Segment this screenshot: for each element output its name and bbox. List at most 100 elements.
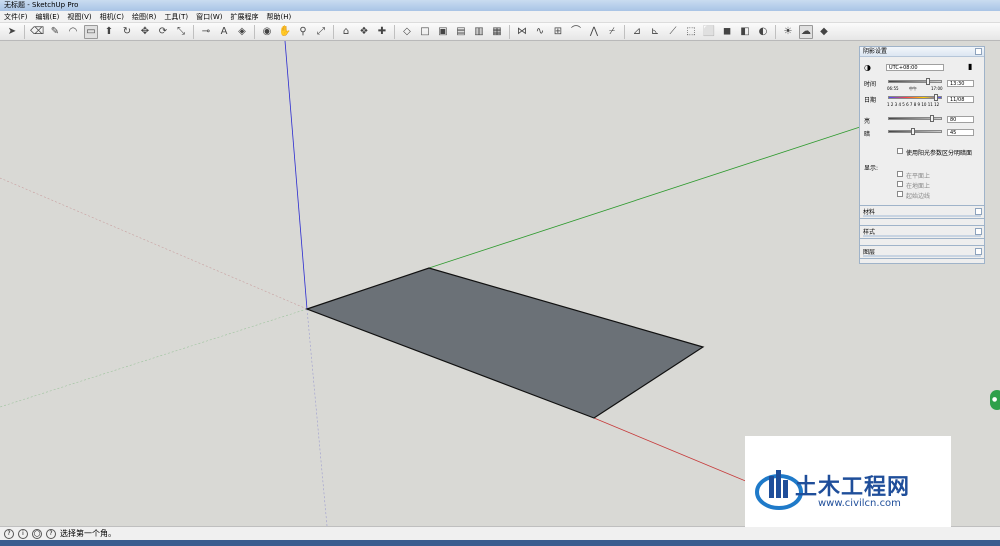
date-slider-thumb[interactable] (934, 94, 938, 101)
toolbar-separator (775, 24, 776, 39)
on-ground-label: 在地面上 (906, 183, 931, 190)
layers-panel-collapsed[interactable]: 图层 (859, 245, 985, 259)
light-slider-thumb[interactable] (930, 115, 934, 122)
tape-measure-tool-icon[interactable]: ⊸ (199, 25, 213, 39)
light-label: 亮 (864, 118, 871, 125)
wireframe-icon[interactable]: ⬚ (684, 25, 698, 39)
menu-file[interactable]: 文件(F) (4, 12, 28, 22)
drape-icon[interactable]: ⌒ (569, 25, 583, 39)
left-view-icon[interactable]: ▦ (490, 25, 504, 39)
menu-help[interactable]: 帮助(H) (266, 12, 291, 22)
section-plane-icon[interactable]: ⊿ (630, 25, 644, 39)
layers-expand-icon[interactable] (975, 248, 982, 255)
dark-slider[interactable] (888, 130, 942, 133)
add-detail-icon[interactable]: ⋀ (587, 25, 601, 39)
back-view-icon[interactable]: ▥ (472, 25, 486, 39)
warehouse-icon[interactable]: ⌂ (339, 25, 353, 39)
main-toolbar: ➤ ⌫ ✎ ◠ ▭ ⬆ ↻ ✥ ⟳ ⤡ ⊸ A ◈ ◉ ✋ ⚲ ⤢ ⌂ ❖ ✚ … (0, 23, 1000, 41)
xray-icon[interactable]: ◐ (756, 25, 770, 39)
follow-me-tool-icon[interactable]: ↻ (120, 25, 134, 39)
side-badge-icon[interactable]: ● (990, 390, 1000, 410)
section-cut-icon[interactable]: ⟋ (666, 25, 680, 39)
front-view-icon[interactable]: ▣ (436, 25, 450, 39)
credits-icon[interactable]: i (18, 528, 28, 539)
from-edges-label: 起始边线 (906, 193, 931, 200)
from-edges-checkbox[interactable] (897, 191, 903, 197)
arc-tool-icon[interactable]: ◠ (66, 25, 80, 39)
window-title: 无标题 - SketchUp Pro (4, 1, 79, 9)
right-view-icon[interactable]: ▤ (454, 25, 468, 39)
date-input[interactable]: 11/08 (947, 96, 974, 103)
axis-red-negative (0, 177, 308, 310)
toolbar-separator (394, 24, 395, 39)
geolocation-icon[interactable]: ? (4, 528, 14, 539)
materials-panel-collapsed[interactable]: 材料 (859, 205, 985, 219)
sun-shading-checkbox[interactable] (897, 148, 903, 154)
flip-edge-icon[interactable]: ⌿ (605, 25, 619, 39)
rotate-tool-icon[interactable]: ⟳ (156, 25, 170, 39)
iso-view-icon[interactable]: ◇ (400, 25, 414, 39)
fog-icon[interactable]: ☁ (799, 24, 813, 39)
dark-slider-thumb[interactable] (911, 128, 915, 135)
shaded-icon[interactable]: ◼ (720, 25, 734, 39)
menu-tools[interactable]: 工具(T) (164, 12, 188, 22)
pan-tool-icon[interactable]: ✋ (278, 25, 292, 39)
ruby-console-icon[interactable]: ◆ (817, 25, 831, 39)
pencil-tool-icon[interactable]: ✎ (48, 25, 62, 39)
smoove-icon[interactable]: ∿ (533, 25, 547, 39)
axis-red (593, 417, 761, 488)
sun-shading-label: 使用阳光参数区分明暗面 (906, 150, 973, 157)
shadows-icon[interactable]: ☀ (781, 25, 795, 39)
scale-tool-icon[interactable]: ⤡ (174, 25, 188, 39)
sun-north-icon[interactable]: ▮ (968, 62, 972, 71)
styles-panel-collapsed[interactable]: 样式 (859, 225, 985, 239)
select-tool-icon[interactable]: ➤ (5, 25, 19, 39)
zoom-extents-icon[interactable]: ⤢ (314, 25, 328, 39)
watermark-text: 土木工程网 (795, 475, 911, 500)
rectangle-face[interactable] (305, 267, 705, 419)
menu-edit[interactable]: 编辑(E) (36, 12, 60, 22)
shadow-panel-title: 阴影设置 (863, 48, 888, 55)
panel-close-icon[interactable] (975, 48, 982, 55)
axis-blue (284, 41, 308, 310)
time-slider-thumb[interactable] (926, 78, 930, 85)
move-tool-icon[interactable]: ✥ (138, 25, 152, 39)
stamp-icon[interactable]: ⊞ (551, 25, 565, 39)
help-icon[interactable]: ? (46, 528, 56, 539)
shadow-toggle-icon[interactable]: ◑ (864, 63, 871, 72)
components-icon[interactable]: ❖ (357, 25, 371, 39)
paint-bucket-tool-icon[interactable]: ◈ (235, 25, 249, 39)
top-view-icon[interactable]: □ (418, 25, 432, 39)
on-faces-checkbox[interactable] (897, 171, 903, 177)
os-taskbar (0, 540, 1000, 546)
styles-expand-icon[interactable] (975, 228, 982, 235)
menu-view[interactable]: 视图(V) (67, 12, 91, 22)
menu-window[interactable]: 窗口(W) (196, 12, 222, 22)
shadow-panel-header[interactable]: 阴影设置 (860, 47, 984, 57)
materials-expand-icon[interactable] (975, 208, 982, 215)
push-pull-tool-icon[interactable]: ⬆ (102, 25, 116, 39)
on-ground-checkbox[interactable] (897, 181, 903, 187)
time-input[interactable]: 13:30 (947, 80, 974, 87)
dark-input[interactable]: 45 (947, 129, 974, 136)
eraser-tool-icon[interactable]: ⌫ (30, 25, 44, 39)
menu-extensions[interactable]: 扩展程序 (230, 12, 258, 22)
axis-blue-negative (306, 308, 328, 526)
orbit-tool-icon[interactable]: ◉ (260, 25, 274, 39)
time-slider[interactable] (888, 80, 942, 83)
extension-icon[interactable]: ✚ (375, 25, 389, 39)
zoom-tool-icon[interactable]: ⚲ (296, 25, 310, 39)
menu-camera[interactable]: 相机(C) (100, 12, 124, 22)
rectangle-tool-icon[interactable]: ▭ (84, 24, 98, 39)
hidden-line-icon[interactable]: ⬜ (702, 25, 716, 39)
light-input[interactable]: 80 (947, 116, 974, 123)
sandbox-icon[interactable]: ⋈ (515, 25, 529, 39)
timezone-select[interactable]: UTC+08:00 (886, 64, 944, 71)
user-icon[interactable]: ◯ (32, 528, 42, 539)
textured-icon[interactable]: ◧ (738, 25, 752, 39)
time-label: 时间 (864, 81, 877, 88)
section-display-icon[interactable]: ⊾ (648, 25, 662, 39)
axis-green-negative (0, 308, 308, 408)
text-tool-icon[interactable]: A (217, 25, 231, 39)
menu-draw[interactable]: 绘图(R) (132, 12, 156, 22)
